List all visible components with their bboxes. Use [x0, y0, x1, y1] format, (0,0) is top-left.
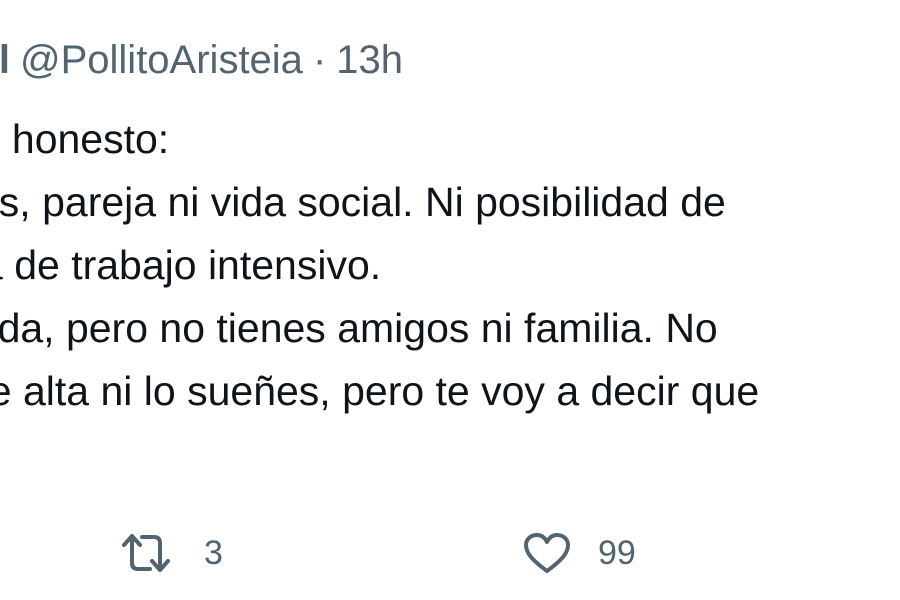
- author-name-text: l: [0, 40, 10, 80]
- tweet-timestamp[interactable]: 13h: [336, 38, 403, 83]
- retweet-icon: [122, 534, 170, 572]
- retweet-button[interactable]: 3: [118, 525, 223, 581]
- like-count: 99: [598, 533, 636, 572]
- like-button[interactable]: 99: [522, 525, 636, 581]
- tweet-text-line: de alta ni lo sueñes, pero te voy a deci…: [0, 368, 760, 414]
- tweet-text-line: s honesto:: [0, 116, 170, 162]
- tweet-card[interactable]: l @PollitoAristeia · 13h s honesto: os, …: [0, 0, 900, 600]
- tweet-header: l @PollitoAristeia · 13h: [0, 30, 403, 90]
- tweet-text-line: a de trabajo intensivo.: [0, 242, 382, 288]
- retweet-count: 3: [204, 533, 223, 572]
- tweet-text: s honesto: os, pareja ni vida social. Ni…: [0, 108, 900, 423]
- author-name[interactable]: l: [0, 40, 10, 80]
- separator-dot: ·: [312, 37, 327, 82]
- tweet-text-line: os, pareja ni vida social. Ni posibilida…: [0, 179, 726, 225]
- tweet-text-line: ierda, pero no tienes amigos ni familia.…: [0, 305, 718, 351]
- heart-icon: [524, 533, 570, 573]
- author-handle[interactable]: @PollitoAristeia: [20, 38, 303, 83]
- tweet-actions: 3 99: [0, 525, 900, 581]
